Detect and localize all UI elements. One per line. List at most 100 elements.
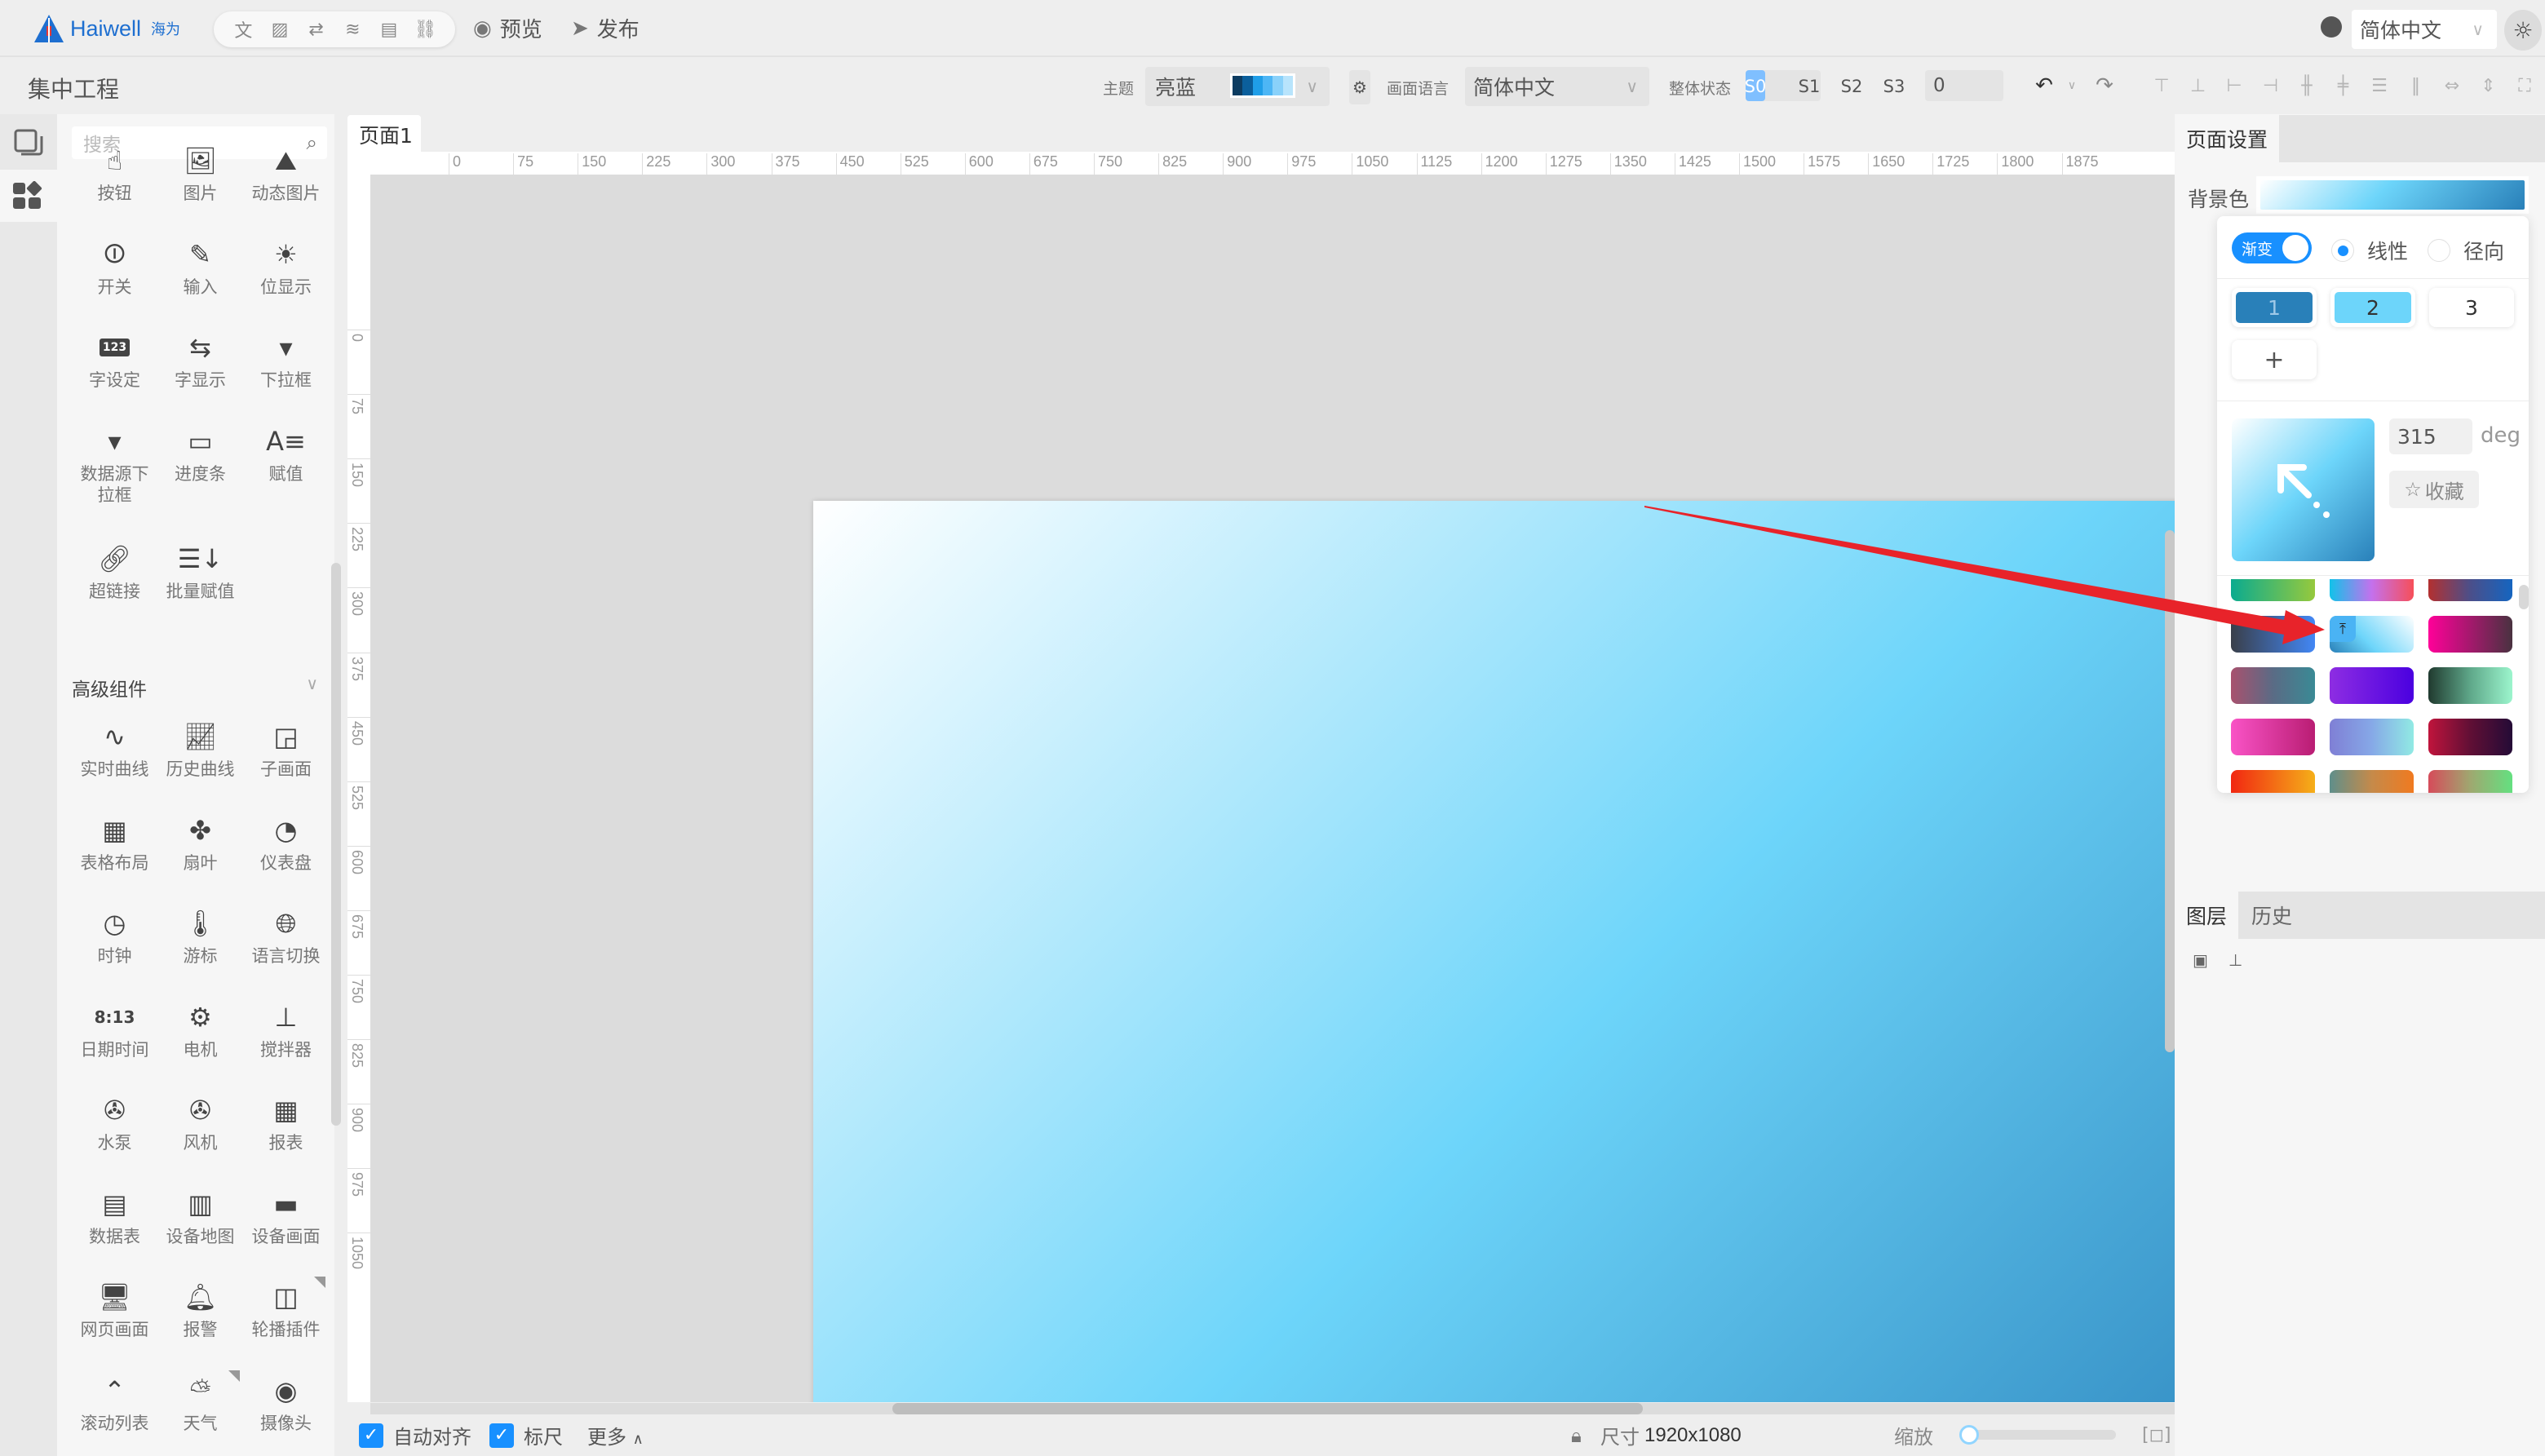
gradient-preset[interactable] (2231, 579, 2315, 601)
canvas-lang-select[interactable]: 简体中文 ∨ (1465, 67, 1649, 106)
component-realtime-curve[interactable]: ∿ 实时曲线 (72, 721, 157, 780)
gradient-preset[interactable] (2428, 719, 2512, 755)
gradient-preset[interactable] (2231, 770, 2315, 793)
component-dropdown[interactable]: ▾ 下拉框 (243, 332, 329, 391)
same-width-icon[interactable]: ⇔ (2442, 75, 2462, 96)
gradient-preset[interactable] (2428, 770, 2512, 793)
gradient-preset[interactable] (2330, 770, 2414, 793)
component-dynamic-image[interactable]: ⛰ 动态图片 (243, 145, 329, 204)
publish-button[interactable]: ➤ 发布 (571, 13, 640, 43)
tab-page-settings[interactable]: 页面设置 (2175, 115, 2280, 162)
pages-tab[interactable] (0, 117, 57, 170)
gradient-preset[interactable] (2330, 579, 2414, 601)
gradient-preset[interactable] (2428, 616, 2512, 653)
gradient-preset[interactable]: ⤒ (2330, 616, 2414, 653)
redo-icon[interactable]: ↷ (2095, 73, 2114, 98)
component-weather[interactable]: ⛅︎ 天气 (157, 1370, 243, 1434)
gradient-stop-2[interactable]: 2 (2330, 288, 2415, 327)
gradient-toggle[interactable]: 渐变 (2232, 232, 2312, 263)
tab-history[interactable]: 历史 (2240, 892, 2304, 939)
fit-icon[interactable]: ⛶ (2515, 75, 2534, 96)
zoom-slider-track[interactable] (1963, 1430, 2116, 1440)
align-right-icon[interactable]: ⊣ (2261, 75, 2281, 96)
gradient-preset[interactable] (2231, 667, 2315, 704)
undo-history-chevron-icon[interactable]: ∨ (2062, 75, 2082, 96)
align-v-center-icon[interactable]: ╪ (2334, 75, 2353, 96)
zoom-slider-handle[interactable] (1959, 1425, 1979, 1445)
more-button[interactable]: 更多 ∧ (587, 1421, 644, 1449)
theme-toggle-button[interactable]: ☼ (2504, 10, 2542, 51)
radial-radio[interactable]: 径向 (2428, 236, 2504, 265)
canvas-page[interactable] (813, 501, 2175, 1402)
component-globe[interactable]: 🌐︎ 语言切换 (243, 908, 329, 967)
component-panel-scrollbar[interactable] (331, 563, 341, 1126)
undo-icon[interactable]: ↶ (2034, 73, 2054, 98)
tab-layers[interactable]: 图层 (2175, 892, 2239, 939)
linear-radio[interactable]: 线性 (2331, 236, 2408, 265)
same-height-icon[interactable]: ⇕ (2479, 75, 2499, 96)
ruler-checkbox[interactable]: ✓ (489, 1423, 514, 1448)
component-input[interactable]: ✎ 输入 (157, 239, 243, 298)
canvas-hscrollbar[interactable] (892, 1403, 1643, 1414)
component-bell[interactable]: 🔔︎ 报警 (157, 1281, 243, 1340)
add-stop-button[interactable]: + (2232, 340, 2317, 379)
component-datasource-dropdown[interactable]: ▾ 数据源下拉框 (72, 426, 157, 506)
component-datatable[interactable]: ▤ 数据表 (72, 1188, 157, 1247)
component-fan-blade[interactable]: ✤ 扇叶 (157, 815, 243, 874)
component-word-display[interactable]: ⇆ 字显示 (157, 332, 243, 391)
state-s1-button[interactable]: S1 (1799, 72, 1821, 101)
layers-icon[interactable]: ≋ (341, 20, 364, 40)
component-batch-assign[interactable]: ☰↓ 批量赋值 (157, 543, 243, 602)
image-layer-icon[interactable]: ▣ (2193, 950, 2211, 970)
components-tab[interactable] (0, 170, 57, 222)
gradient-stop-3[interactable]: 3 (2429, 288, 2514, 327)
state-s3-button[interactable]: S3 (1883, 72, 1905, 101)
component-gauge[interactable]: ◔ 仪表盘 (243, 815, 329, 874)
component-bit-display[interactable]: ☀ 位显示 (243, 239, 329, 298)
component-progress[interactable]: ▭ 进度条 (157, 426, 243, 485)
distribute-h-icon[interactable]: ☰ (2370, 75, 2389, 96)
link-icon[interactable]: ⛓ (414, 20, 437, 40)
align-top-icon[interactable]: ⊤ (2152, 75, 2171, 96)
component-hyperlink[interactable]: 🔗︎ 超链接 (72, 543, 157, 602)
distribute-v-icon[interactable]: ‖ (2406, 75, 2426, 96)
tree-structure-icon[interactable]: ⊥ (2229, 950, 2246, 970)
gradient-preset[interactable] (2231, 719, 2315, 755)
preview-button[interactable]: ◉ 预览 (473, 13, 542, 43)
auto-align-checkbox[interactable]: ✓ (359, 1423, 383, 1448)
gradient-angle-preview[interactable] (2232, 418, 2375, 561)
presets-scrollbar[interactable] (2519, 585, 2529, 609)
document-icon[interactable]: ▤ (378, 20, 401, 40)
state-value-input[interactable]: 0 (1925, 70, 2003, 101)
pin-to-top-icon[interactable]: ⤒ (2330, 616, 2356, 642)
bg-color-swatch[interactable] (2256, 176, 2529, 214)
component-scroll-list[interactable]: ⌃ 滚动列表 (72, 1375, 157, 1434)
theme-select[interactable]: 亮蓝 ∨ (1145, 67, 1330, 106)
align-bottom-icon[interactable]: ⊥ (2189, 75, 2208, 96)
component-blower[interactable]: ✇ 风机 (157, 1095, 243, 1153)
component-assign[interactable]: A≡ 赋值 (243, 426, 329, 485)
component-report[interactable]: ▦ 报表 (243, 1095, 329, 1153)
component-table-layout[interactable]: ▦ 表格布局 (72, 815, 157, 874)
component-subscreen[interactable]: ◲ 子画面 (243, 721, 329, 780)
align-left-icon[interactable]: ⊢ (2224, 75, 2244, 96)
state-s0-button[interactable]: S0 (1745, 72, 1767, 101)
gradient-preset[interactable] (2231, 616, 2315, 653)
canvas-vscrollbar[interactable] (2165, 530, 2175, 1052)
component-camera[interactable]: ◉ 摄像头 (243, 1375, 329, 1434)
gradient-stop-1[interactable]: 1 (2232, 288, 2317, 327)
gradient-preset[interactable] (2330, 719, 2414, 755)
component-word-set[interactable]: 123 字设定 (72, 332, 157, 391)
component-button[interactable]: ☝ 按钮 (72, 145, 157, 204)
align-h-center-icon[interactable]: ╫ (2297, 75, 2317, 96)
variable-icon[interactable]: ⇄ (305, 20, 328, 40)
lock-icon[interactable]: 🔒︎ (1571, 1424, 1582, 1447)
state-s2-button[interactable]: S2 (1841, 72, 1863, 101)
component-motor[interactable]: ⚙ 电机 (157, 1002, 243, 1060)
favorite-button[interactable]: ☆ 收藏 (2389, 471, 2479, 508)
component-pump[interactable]: ✇ 水泵 (72, 1095, 157, 1153)
gradient-preset[interactable] (2428, 579, 2512, 601)
component-datetime[interactable]: 8:13 日期时间 (72, 1002, 157, 1060)
component-map[interactable]: ▥ 设备地图 (157, 1188, 243, 1247)
component-device-screen[interactable]: ▬ 设备画面 (243, 1188, 329, 1247)
